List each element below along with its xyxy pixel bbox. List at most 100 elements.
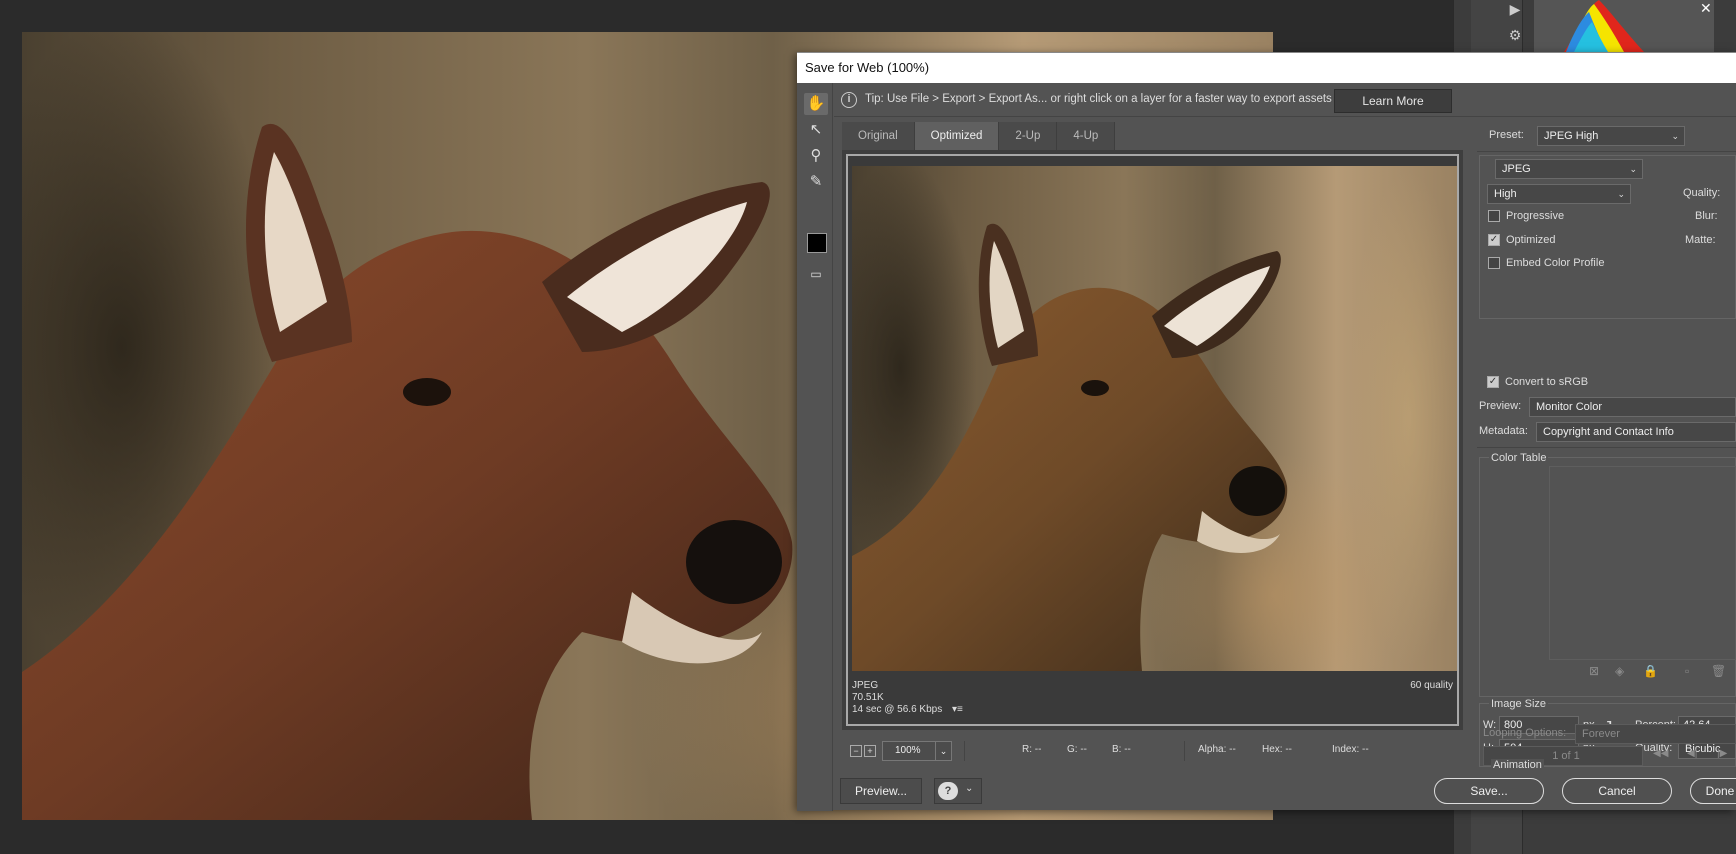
tab-optimized[interactable]: Optimized bbox=[914, 122, 1000, 150]
chevron-down-icon: ⌄ bbox=[1629, 164, 1637, 174]
looping-options-label: Looping Options: bbox=[1483, 727, 1567, 739]
convert-srgb-label: Convert to sRGB bbox=[1505, 376, 1589, 388]
slice-select-tool-icon[interactable]: ↖ bbox=[804, 119, 828, 141]
alpha-readout: Alpha: -- bbox=[1198, 744, 1236, 755]
tab-4-up[interactable]: 4-Up bbox=[1057, 122, 1116, 150]
color-table-grid bbox=[1549, 466, 1736, 660]
view-tabs: Original Optimized 2-Up 4-Up bbox=[842, 122, 1116, 150]
toggle-slices-icon[interactable]: ▭ bbox=[804, 263, 828, 285]
preset-label: Preset: bbox=[1489, 129, 1524, 141]
save-for-web-dialog: Save for Web (100%) ✋ ↖ ⚲ ✎ ▭ i Tip: Use… bbox=[797, 52, 1736, 811]
optimized-preview-frame[interactable]: JPEG 70.51K 14 sec @ 56.6 Kbps ▾≡ 60 qua… bbox=[846, 154, 1459, 726]
histogram bbox=[1534, 0, 1714, 52]
info-icon: i bbox=[841, 92, 857, 108]
browser-icon: ? bbox=[938, 782, 958, 800]
play-icon[interactable]: ▶ bbox=[1504, 0, 1526, 18]
done-button[interactable]: Done bbox=[1690, 778, 1736, 804]
convert-srgb-checkbox[interactable]: ✓ bbox=[1487, 376, 1499, 388]
zoom-value: 100% bbox=[895, 745, 921, 756]
progressive-label: Progressive bbox=[1506, 210, 1565, 222]
frame-counter-value: 1 of 1 bbox=[1552, 750, 1580, 762]
panel-settings-icon[interactable]: ⚙ bbox=[1504, 26, 1526, 44]
lock-icon[interactable]: 🔒 bbox=[1643, 664, 1658, 678]
blue-readout: B: -- bbox=[1112, 744, 1131, 755]
preview-color-value: Monitor Color bbox=[1536, 401, 1603, 413]
elk-preview-illustration bbox=[852, 223, 1288, 671]
map-transparent-icon[interactable]: ⊠ bbox=[1589, 664, 1599, 678]
dialog-bottom-bar: Preview... ? ⌄ Save... Cancel Done bbox=[834, 771, 1736, 811]
preset-select[interactable]: JPEG High ⌄ bbox=[1537, 126, 1685, 146]
preset-value: JPEG High bbox=[1544, 130, 1599, 142]
compression-quality-select[interactable]: High ⌄ bbox=[1487, 184, 1631, 204]
optimized-label: Optimized bbox=[1506, 234, 1556, 246]
compression-quality-value: High bbox=[1494, 188, 1517, 200]
preview-label: Preview: bbox=[1479, 400, 1522, 412]
quality-label: Quality: bbox=[1683, 187, 1721, 199]
optimize-settings-panel: Preset: JPEG High ⌄ JPEG ⌄ High ⌄ Quality: … bbox=[1473, 117, 1736, 767]
divider bbox=[1477, 151, 1736, 152]
tip-text: Tip: Use File > Export > Export As... or… bbox=[865, 93, 1332, 105]
red-readout: R: -- bbox=[1022, 744, 1042, 755]
close-icon[interactable]: ✕ bbox=[1700, 0, 1712, 17]
trash-icon[interactable]: 🗑 bbox=[1711, 664, 1726, 678]
hand-tool-icon[interactable]: ✋ bbox=[804, 93, 828, 115]
preview-color-select[interactable]: Monitor Color bbox=[1529, 397, 1736, 417]
status-bar: − + 100% ⌄ R: -- G: -- B: -- Alpha: -- H… bbox=[842, 739, 1463, 763]
zoom-select[interactable]: 100% ⌄ bbox=[882, 741, 952, 761]
download-time: 14 sec @ 56.6 Kbps bbox=[852, 704, 943, 715]
optimized-checkbox[interactable]: ✓ bbox=[1488, 234, 1500, 246]
image-size-title: Image Size bbox=[1489, 698, 1549, 710]
embed-profile-checkbox[interactable] bbox=[1488, 257, 1500, 269]
tab-2-up[interactable]: 2-Up bbox=[999, 122, 1058, 150]
save-button[interactable]: Save... bbox=[1434, 778, 1544, 804]
preview-in-browser-button[interactable]: Preview... bbox=[840, 778, 922, 804]
output-file-size: 70.51K bbox=[852, 692, 884, 703]
download-rate-menu-icon[interactable]: ▾≡ bbox=[952, 704, 963, 715]
metadata-select[interactable]: Copyright and Contact Info bbox=[1536, 422, 1736, 442]
chevron-down-icon: ⌄ bbox=[965, 783, 974, 794]
previous-frame-icon: ◀| bbox=[1687, 748, 1698, 759]
looping-options-value: Forever bbox=[1582, 728, 1620, 740]
chevron-down-icon: ⌄ bbox=[935, 742, 951, 760]
eyedropper-color-swatch[interactable] bbox=[807, 233, 827, 253]
tip-bar: i Tip: Use File > Export > Export As... … bbox=[834, 83, 1736, 117]
looping-options-select: Forever bbox=[1575, 724, 1736, 744]
chevron-down-icon: ⌄ bbox=[1671, 131, 1679, 141]
hex-readout: Hex: -- bbox=[1262, 744, 1292, 755]
preview-area: JPEG 70.51K 14 sec @ 56.6 Kbps ▾≡ 60 qua… bbox=[842, 150, 1463, 730]
web-shift-icon[interactable]: ◈ bbox=[1615, 664, 1624, 678]
matte-label: Matte: bbox=[1685, 234, 1716, 246]
cancel-button[interactable]: Cancel bbox=[1562, 778, 1672, 804]
divider bbox=[964, 741, 965, 761]
progressive-checkbox[interactable] bbox=[1488, 210, 1500, 222]
learn-more-button[interactable]: Learn More bbox=[1334, 89, 1452, 113]
chevron-down-icon: ⌄ bbox=[1617, 189, 1625, 199]
metadata-label: Metadata: bbox=[1479, 425, 1528, 437]
output-quality: 60 quality bbox=[1410, 680, 1453, 691]
first-frame-icon: ◀◀ bbox=[1653, 748, 1669, 759]
zoom-in-icon[interactable]: + bbox=[864, 745, 876, 757]
metadata-value: Copyright and Contact Info bbox=[1543, 426, 1674, 438]
tab-original[interactable]: Original bbox=[842, 122, 915, 150]
file-format-value: JPEG bbox=[1502, 163, 1531, 175]
divider bbox=[1477, 447, 1736, 448]
optimized-preview-image[interactable] bbox=[852, 166, 1457, 671]
animation-title: Animation bbox=[1491, 759, 1544, 771]
browser-select[interactable]: ? ⌄ bbox=[934, 778, 982, 804]
embed-profile-label: Embed Color Profile bbox=[1506, 257, 1605, 269]
dialog-toolbar: ✋ ↖ ⚲ ✎ ▭ bbox=[797, 83, 833, 811]
zoom-out-icon[interactable]: − bbox=[850, 745, 862, 757]
output-format: JPEG bbox=[852, 680, 879, 691]
animation-controls: Looping Options: Forever 1 of 1 ◀◀ ◀| |▶ bbox=[1483, 724, 1736, 766]
histogram-graph bbox=[1564, 0, 1644, 52]
next-frame-icon: |▶ bbox=[1717, 748, 1728, 759]
index-readout: Index: -- bbox=[1332, 744, 1369, 755]
file-format-select[interactable]: JPEG ⌄ bbox=[1495, 159, 1643, 179]
eyedropper-tool-icon[interactable]: ✎ bbox=[804, 171, 828, 193]
zoom-tool-icon[interactable]: ⚲ bbox=[804, 145, 828, 167]
new-color-icon[interactable]: ▫ bbox=[1685, 664, 1689, 678]
blur-label: Blur: bbox=[1695, 210, 1718, 222]
color-table-title: Color Table bbox=[1489, 452, 1549, 464]
green-readout: G: -- bbox=[1067, 744, 1087, 755]
dialog-title: Save for Web (100%) bbox=[797, 53, 1736, 83]
